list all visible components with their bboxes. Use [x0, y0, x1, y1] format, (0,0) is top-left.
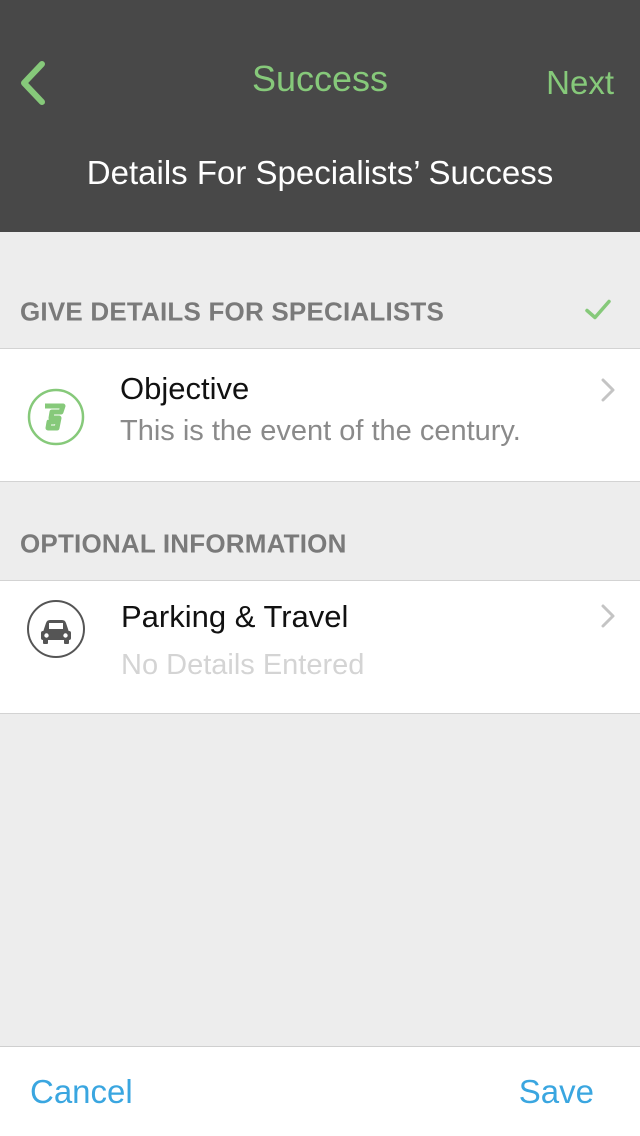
parking-travel-title: Parking & Travel: [121, 599, 349, 634]
checkmark-icon: [584, 298, 612, 327]
objective-detail: This is the event of the century.: [120, 415, 521, 447]
section-header-label: OPTIONAL INFORMATION: [20, 528, 347, 559]
objective-title: Objective: [120, 371, 250, 406]
parking-travel-detail: No Details Entered: [121, 649, 365, 681]
page-subtitle: Details For Specialists’ Success: [86, 154, 554, 191]
parking-travel-cell[interactable]: Parking & Travel No Details Entered: [0, 580, 640, 714]
next-button[interactable]: Next: [546, 64, 614, 102]
bottom-toolbar: Cancel Save: [0, 1046, 640, 1136]
nav-title: Success: [251, 58, 389, 99]
navigation-bar: Success Next Details For Specialists’ Su…: [0, 0, 640, 232]
objective-cell[interactable]: Objective This is the event of the centu…: [0, 348, 640, 482]
save-button[interactable]: Save: [519, 1073, 594, 1111]
cancel-button[interactable]: Cancel: [30, 1073, 133, 1111]
section-header-required: GIVE DETAILS FOR SPECIALISTS: [0, 282, 640, 342]
section-header-label: GIVE DETAILS FOR SPECIALISTS: [20, 296, 445, 327]
section-header-optional: OPTIONAL INFORMATION: [0, 514, 640, 574]
car-icon: [26, 599, 86, 659]
objective-logo-icon: [26, 387, 86, 447]
chevron-right-icon: [600, 603, 616, 634]
chevron-right-icon: [600, 377, 616, 408]
